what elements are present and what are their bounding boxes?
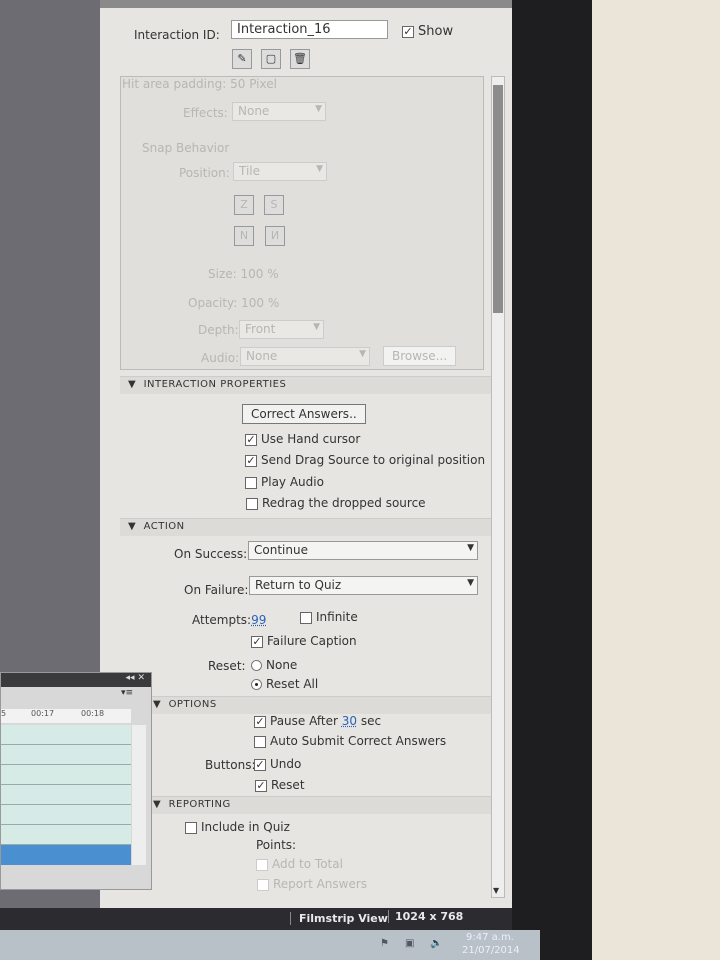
filmstrip-view[interactable]: Filmstrip View: [290, 912, 388, 925]
chevron-down-icon: ▼: [467, 578, 474, 588]
snap-s-icon[interactable]: S: [264, 195, 284, 215]
timeline-ruler: 5 00:17 00:18: [1, 709, 131, 723]
taskbar: ⚑ ▣ 🔈 9:47 a.m. 21/07/2014: [0, 930, 540, 960]
panel-top-tabs: [100, 0, 512, 8]
scrollbar-thumb[interactable]: [493, 85, 503, 313]
status-bar: Filmstrip View 1024 x 768: [0, 908, 512, 930]
size-field[interactable]: Size: 100 %: [208, 267, 279, 281]
tick-label: 00:18: [81, 709, 105, 718]
use-hand-cursor-checkbox[interactable]: ✓ Use Hand cursor: [245, 432, 360, 446]
depth-dropdown[interactable]: Front ▼: [239, 320, 324, 339]
depth-label: Depth:: [198, 323, 239, 337]
auto-submit-checkbox[interactable]: Auto Submit Correct Answers: [254, 734, 446, 748]
copy-icon[interactable]: ▢: [261, 49, 281, 69]
interaction-properties-header[interactable]: ▼ INTERACTION PROPERTIES: [120, 376, 492, 394]
failure-caption-checkbox[interactable]: ✓ Failure Caption: [251, 634, 357, 648]
snap-reverse-n-icon[interactable]: И: [265, 226, 285, 246]
audio-dropdown[interactable]: None ▼: [240, 347, 370, 366]
timeline-selected-row[interactable]: [1, 845, 131, 865]
chevron-down-icon: ▼: [316, 164, 323, 174]
monitor-bezel: [510, 0, 592, 960]
chevron-down-icon: ▼: [359, 349, 366, 359]
opacity-field[interactable]: Opacity: 100 %: [188, 296, 279, 310]
position-label: Position:: [179, 166, 230, 180]
wall-background: [590, 0, 720, 960]
collapse-icon[interactable]: ◂◂: [126, 673, 135, 683]
close-icon[interactable]: ✕: [137, 673, 145, 683]
volume-icon[interactable]: 🔈: [430, 938, 442, 949]
timeline-panel: ◂◂ ✕ ▾≡ 5 00:17 00:18: [0, 672, 152, 890]
show-label: Show: [418, 24, 454, 39]
flag-icon[interactable]: ⚑: [380, 938, 389, 949]
reset-none-radio[interactable]: None: [251, 658, 297, 672]
attempts-field[interactable]: Attempts:99: [192, 613, 266, 627]
position-dropdown[interactable]: Tile ▼: [233, 162, 327, 181]
add-to-total-checkbox[interactable]: Add to Total: [256, 857, 343, 871]
tick-label: 00:17: [31, 709, 55, 718]
on-failure-dropdown[interactable]: Return to Quiz ▼: [249, 576, 478, 595]
points-label: Points:: [256, 838, 297, 852]
infinite-checkbox[interactable]: Infinite: [300, 610, 358, 624]
audio-label: Audio:: [201, 351, 240, 365]
on-success-dropdown[interactable]: Continue ▼: [248, 541, 478, 560]
clock-date[interactable]: 21/07/2014: [462, 945, 520, 956]
options-header[interactable]: ▼ OPTIONS: [145, 696, 492, 714]
trash-icon[interactable]: 🗑: [290, 49, 310, 69]
send-drag-source-checkbox[interactable]: ✓ Send Drag Source to original position: [245, 453, 485, 467]
chevron-down-icon: ▼: [313, 322, 320, 332]
chevron-down-icon: ▼: [315, 104, 322, 114]
interaction-id-input[interactable]: Interaction_16: [231, 20, 388, 39]
correct-answers-button[interactable]: Correct Answers..: [242, 404, 366, 424]
include-in-quiz-checkbox[interactable]: Include in Quiz: [185, 820, 290, 834]
pause-after-checkbox[interactable]: ✓ Pause After 30 sec: [254, 714, 381, 728]
effects-dropdown[interactable]: None ▼: [232, 102, 326, 121]
check-icon: ✓: [402, 24, 414, 38]
browse-button[interactable]: Browse...: [383, 346, 457, 366]
redrag-checkbox[interactable]: Redrag the dropped source: [246, 496, 426, 510]
chevron-down-icon: ▼: [467, 543, 474, 553]
panel-scrollbar[interactable]: ▼: [491, 76, 505, 898]
timeline-scrollbar[interactable]: [132, 725, 146, 865]
wand-icon[interactable]: ✎: [232, 49, 252, 69]
timeline-rows[interactable]: [1, 725, 131, 845]
undo-checkbox[interactable]: ✓ Undo: [254, 757, 301, 771]
show-checkbox[interactable]: ✓ Show: [402, 24, 453, 39]
network-icon[interactable]: ▣: [405, 938, 414, 949]
action-header[interactable]: ▼ ACTION: [120, 518, 492, 536]
reset-label: Reset:: [208, 659, 246, 673]
timeline-titlebar: ◂◂ ✕: [1, 673, 151, 687]
reset-all-radio[interactable]: Reset All: [251, 677, 318, 691]
report-answers-checkbox[interactable]: Report Answers: [257, 877, 367, 891]
snap-z-icon[interactable]: Z: [234, 195, 254, 215]
buttons-label: Buttons:: [205, 758, 256, 772]
reset-button-checkbox[interactable]: ✓ Reset: [255, 778, 305, 792]
on-failure-label: On Failure:: [184, 583, 249, 597]
reporting-header[interactable]: ▼ REPORTING: [145, 796, 492, 814]
play-audio-checkbox[interactable]: Play Audio: [245, 475, 324, 489]
clock-time[interactable]: 9:47 a.m.: [466, 932, 514, 943]
scroll-down-icon[interactable]: ▼: [493, 886, 499, 895]
on-success-label: On Success:: [174, 547, 248, 561]
snap-n-icon[interactable]: N: [234, 226, 254, 246]
resolution: 1024 x 768: [388, 910, 463, 923]
snap-behavior-title: Snap Behavior: [142, 141, 230, 155]
interaction-id-label: Interaction ID:: [134, 28, 220, 42]
effects-label: Effects:: [183, 106, 228, 120]
hit-area-padding: Hit area padding: 50 Pixel: [122, 77, 277, 91]
menu-icon[interactable]: ▾≡: [121, 688, 133, 698]
